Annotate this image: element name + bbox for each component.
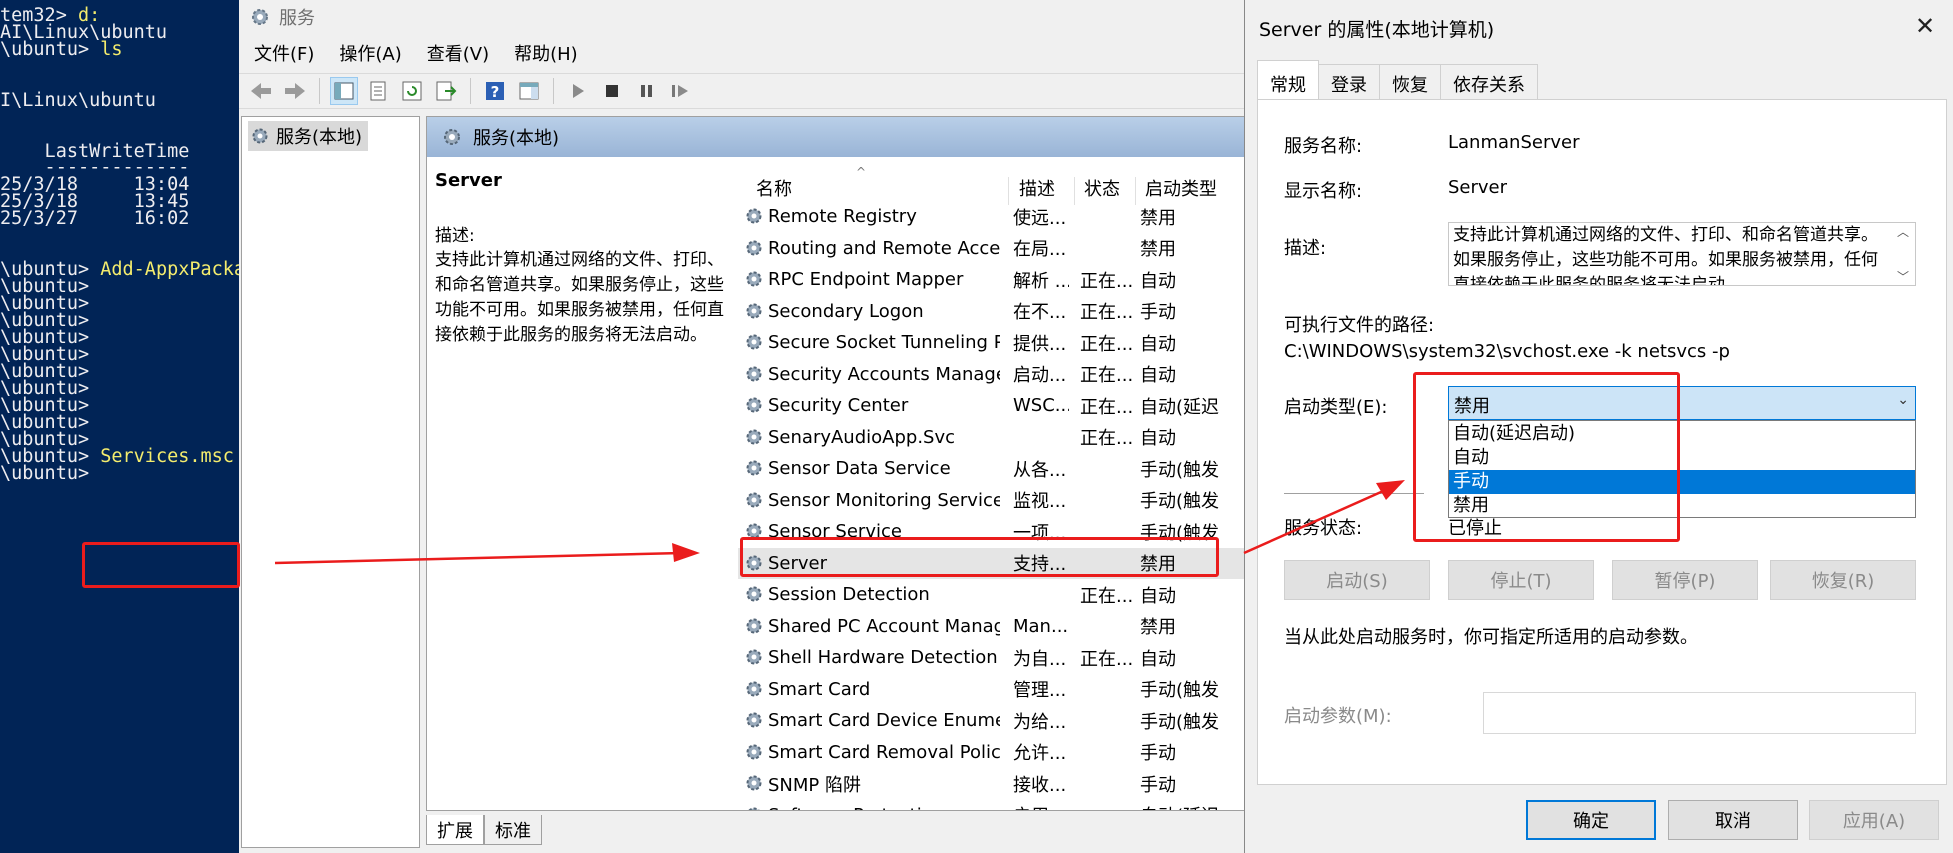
annotation-arrows [274, 480, 1405, 565]
